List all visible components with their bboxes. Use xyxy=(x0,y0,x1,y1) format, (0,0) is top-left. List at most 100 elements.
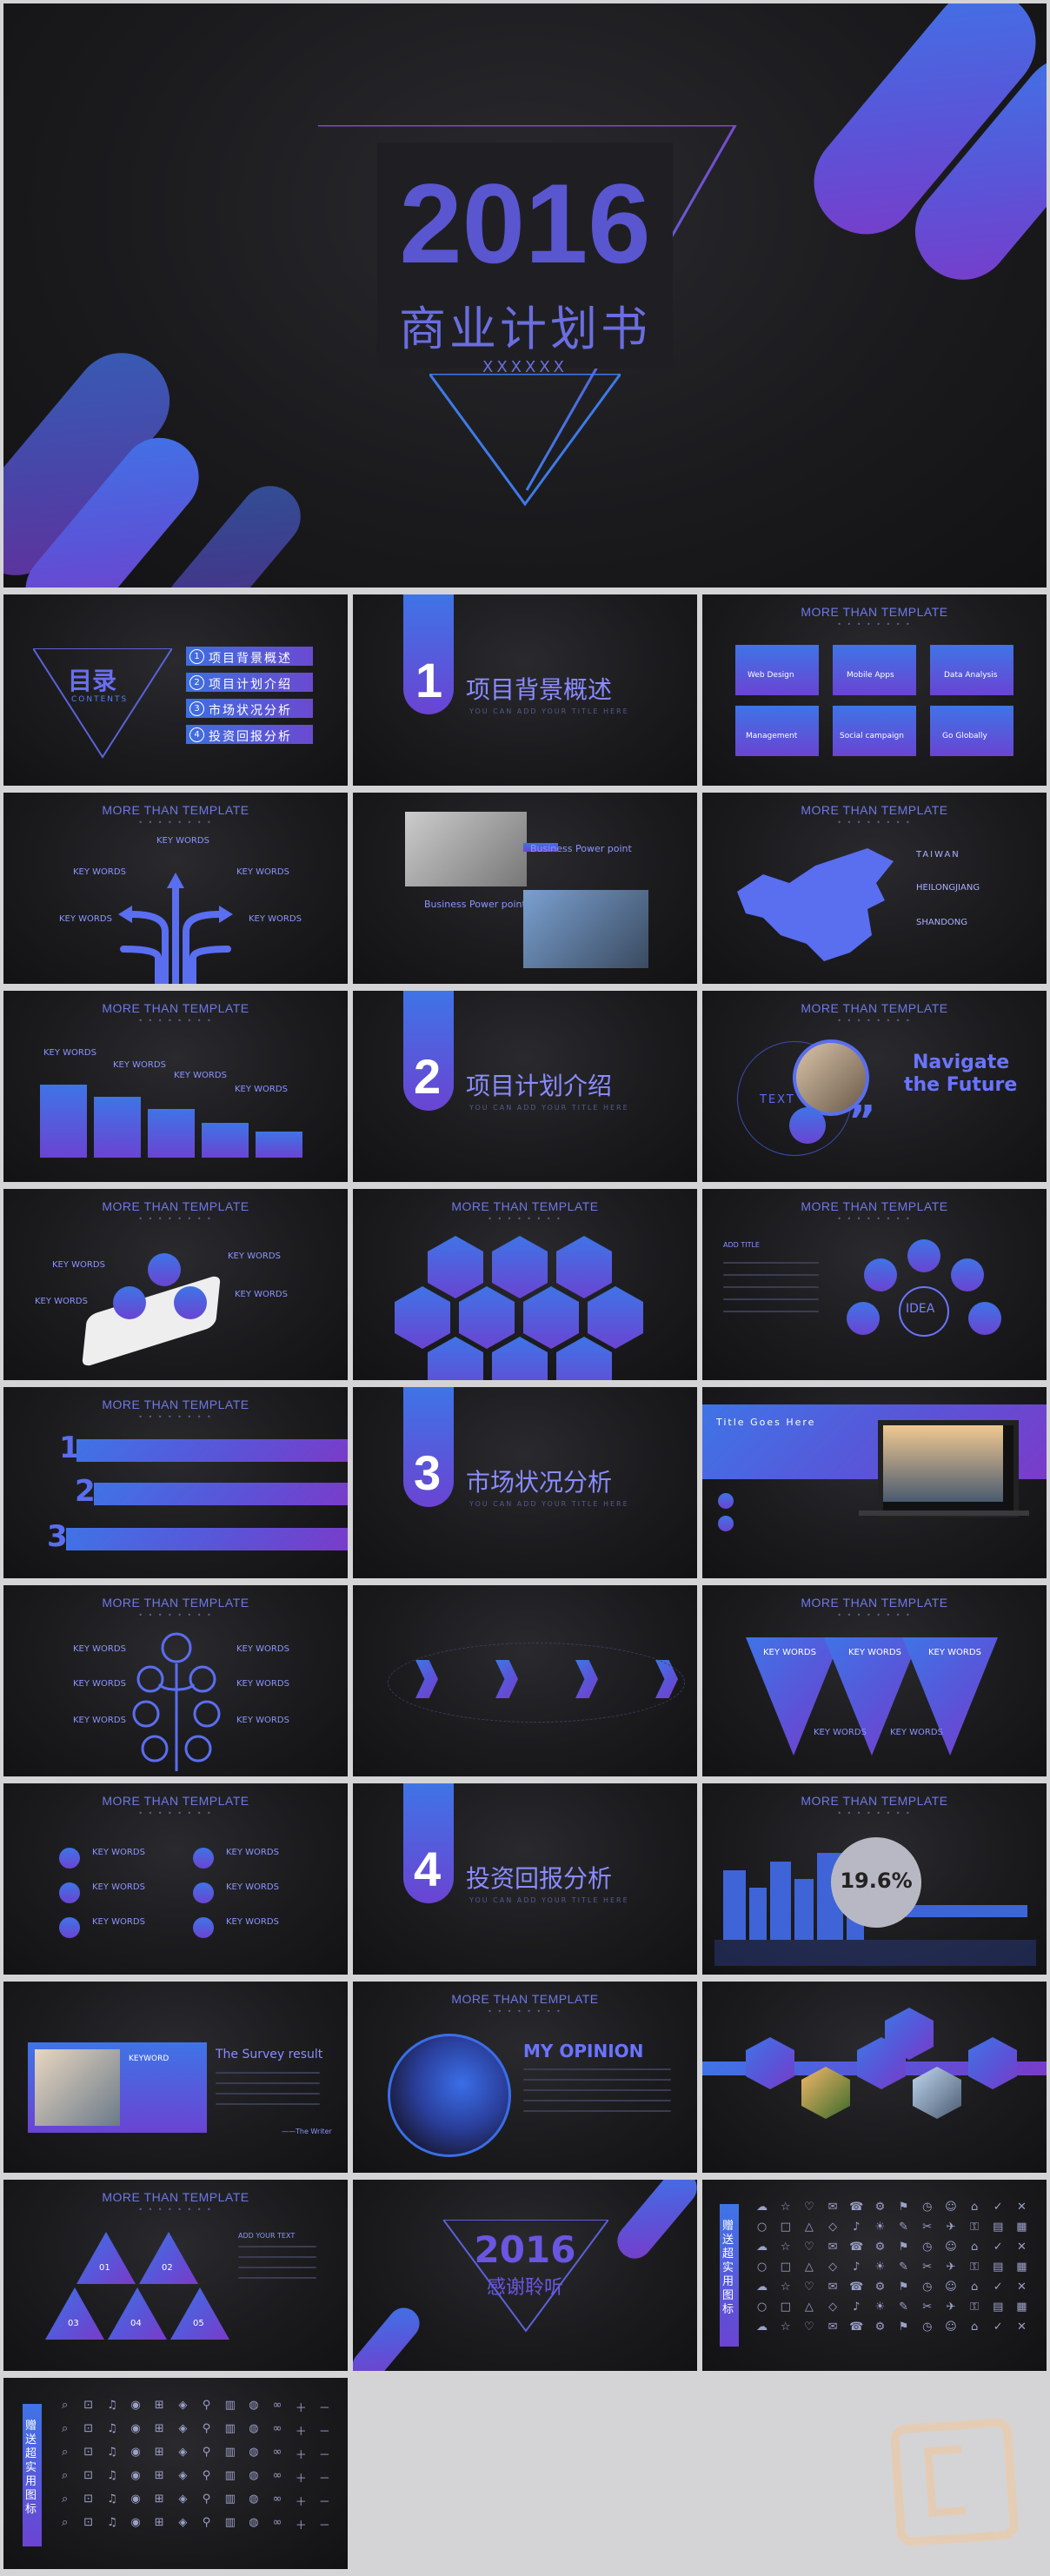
service-card[interactable]: Web Design xyxy=(735,645,819,695)
bars-slide[interactable]: MORE THAN TEMPLATE • • • • • • • • 1 2 3 xyxy=(3,1387,348,1578)
plane-icon: ✈ xyxy=(946,2221,956,2234)
slide-header: MORE THAN TEMPLATE xyxy=(102,1794,249,1808)
icons-slide-a[interactable]: 赠送超实用图标 ☁ ☆ ♡ ✉ ☎ ⚙ ⚑ ◷ ☺ ⌂ ✓ ✕ ○ □ △ ◇ ♪ ☀ ✎ ✂ ✈ ⚿ ▤ ▦ ☁ ☆ ♡ ✉ ☎ ⚙… xyxy=(702,2180,1047,2371)
circle-icon: ○ xyxy=(756,2221,768,2234)
step-bar xyxy=(76,1439,348,1462)
section-slide-2[interactable]: 2 项目计划介绍 YOU CAN ADD YOUR TITLE HERE xyxy=(353,991,697,1182)
key-icon: ⚿ xyxy=(970,2261,980,2274)
section-title: 市场状况分析 xyxy=(466,1468,613,1497)
service-card[interactable]: Management xyxy=(735,706,819,756)
globe-icon: ◍ xyxy=(249,2516,259,2529)
laptop-slide[interactable]: Title Goes Here xyxy=(702,1387,1047,1578)
clock-icon: ◷ xyxy=(922,2241,933,2254)
navigate-slide[interactable]: MORE THAN TEMPLATE • • • • • • • • TEXT … xyxy=(702,991,1047,1182)
hexagon-slide[interactable]: MORE THAN TEMPLATE • • • • • • • • xyxy=(353,1189,697,1380)
laptop-title: Title Goes Here xyxy=(716,1417,816,1428)
photo-placeholder xyxy=(405,812,527,886)
toc-item[interactable]: 1 项目背景概述 xyxy=(186,647,313,666)
scissors-icon: ✂ xyxy=(922,2300,933,2314)
toc-item[interactable]: 4 投资回报分析 xyxy=(186,725,313,744)
cloud-icon: ☁ xyxy=(756,2241,768,2254)
social-slide[interactable] xyxy=(353,1585,697,1776)
triangle-label: 05 xyxy=(193,2319,204,2328)
icons-slide-b[interactable]: 赠送超实用图标 ⌕ ⊡ ♫ ◉ ⊞ ◈ ⚲ ▥ ◍ ∞ ＋ － ⌕ ⊡ ♫ ◉ ⊞ ◈ ⚲ ▥ ◍ ∞ ＋ － ⌕ ⊡ ♫ ◉ ⊞ ◈… xyxy=(3,2378,348,2569)
hexagon-tile xyxy=(459,1286,515,1349)
pin-icon: ⚲ xyxy=(202,2469,211,2482)
service-card[interactable]: Data Analysis xyxy=(930,645,1013,695)
triangle-icon: △ xyxy=(804,2221,814,2234)
section-title: 项目计划介绍 xyxy=(466,1072,613,1100)
section-slide-1[interactable]: 1 项目背景概述 YOU CAN ADD YOUR TITLE HERE xyxy=(353,594,697,786)
triangle-slide[interactable]: MORE THAN TEMPLATE • • • • • • • • 01 02… xyxy=(3,2180,348,2371)
tree-icon xyxy=(132,1632,221,1771)
slide-header: MORE THAN TEMPLATE xyxy=(801,1001,948,1015)
header-dots: • • • • • • • • xyxy=(138,1017,213,1025)
plus-icon: ＋ xyxy=(295,2473,307,2486)
bullet-icon xyxy=(718,1493,734,1509)
thanks-slide[interactable]: 2016 感谢聆听 xyxy=(353,2180,697,2371)
cover-title: 商业计划书 xyxy=(399,302,651,356)
add-title-label: ADD TITLE xyxy=(723,1241,760,1249)
keywords-grid-slide[interactable]: MORE THAN TEMPLATE • • • • • • • • KEY W… xyxy=(3,1783,348,1975)
triangle-tile xyxy=(108,2287,167,2340)
service-card[interactable]: Social campaign xyxy=(833,706,916,756)
check-icon: ✓ xyxy=(993,2201,1003,2214)
city-slide[interactable]: MORE THAN TEMPLATE • • • • • • • • 19.6% xyxy=(702,1783,1047,1975)
arrows-slide[interactable]: MORE THAN TEMPLATE • • • • • • • • KEY W… xyxy=(3,793,348,984)
sun-icon: ☀ xyxy=(874,2261,886,2274)
survey-slide[interactable]: KEYWORD The Survey result ——The Writer xyxy=(3,1982,348,2173)
music-icon: ♪ xyxy=(853,2300,861,2314)
slide-header: MORE THAN TEMPLATE xyxy=(102,1199,249,1213)
plus-icon: ＋ xyxy=(295,2402,307,2415)
region-label: HEILONGJIANG xyxy=(916,883,980,893)
funnel-slide[interactable]: MORE THAN TEMPLATE • • • • • • • • KEY W… xyxy=(702,1585,1047,1776)
toc-slide[interactable]: 目录 CONTENTS 1 项目背景概述 2 项目计划介绍 3 市场状况分析 4… xyxy=(3,594,348,786)
service-card[interactable]: Go Globally xyxy=(930,706,1013,756)
map-slide[interactable]: MORE THAN TEMPLATE • • • • • • • • TAIWA… xyxy=(702,793,1047,984)
key-words-label: KEY WORDS xyxy=(235,1085,288,1094)
key-words-label: KEY WORDS xyxy=(73,1679,126,1689)
section-slide-4[interactable]: 4 投资回报分析 YOU CAN ADD YOUR TITLE HERE xyxy=(353,1783,697,1975)
grid-icon: ▦ xyxy=(1016,2221,1027,2234)
key-words-label: KEY WORDS xyxy=(814,1728,867,1737)
cross-icon: ✕ xyxy=(1016,2320,1027,2334)
home-icon: ⌂ xyxy=(970,2320,979,2334)
business-slide[interactable]: Business Power point Business Power poin… xyxy=(353,793,697,984)
link-icon: ∞ xyxy=(272,2399,282,2412)
minus-icon: － xyxy=(318,2426,330,2439)
cross-icon: ✕ xyxy=(1016,2241,1027,2254)
grid-icon: ▦ xyxy=(1016,2300,1027,2314)
section-number: 2 xyxy=(414,1049,442,1104)
service-card[interactable]: Mobile Apps xyxy=(833,645,916,695)
step-block xyxy=(94,1097,141,1158)
toc-item[interactable]: 2 项目计划介绍 xyxy=(186,673,313,692)
pin-icon: ⚲ xyxy=(202,2516,211,2529)
cover-slide[interactable]: 2016 商业计划书 XXXXXX xyxy=(3,3,1047,588)
hex-band-slide[interactable] xyxy=(702,1982,1047,2173)
key-icon: ⚿ xyxy=(970,2300,980,2314)
section-slide-3[interactable]: 3 市场状况分析 YOU CAN ADD YOUR TITLE HERE xyxy=(353,1387,697,1578)
phone-slide[interactable]: MORE THAN TEMPLATE • • • • • • • • KEY W… xyxy=(3,1189,348,1380)
scissors-icon: ✂ xyxy=(922,2221,933,2234)
triangle-tile xyxy=(76,2232,136,2284)
globe-icon: ◍ xyxy=(249,2399,259,2412)
key-words-label: KEY WORDS xyxy=(43,1048,96,1058)
cross-icon: ✕ xyxy=(1016,2201,1027,2214)
music-icon: ♪ xyxy=(853,2221,861,2234)
toc-item[interactable]: 3 市场状况分析 xyxy=(186,699,313,718)
idea-slide[interactable]: MORE THAN TEMPLATE • • • • • • • • ADD T… xyxy=(702,1189,1047,1380)
camera-icon: ◉ xyxy=(130,2399,141,2412)
connector-arc xyxy=(388,1643,685,1723)
services-slide[interactable]: MORE THAN TEMPLATE • • • • • • • • Web D… xyxy=(702,594,1047,786)
camera-icon: ◉ xyxy=(130,2493,141,2506)
opinion-slide[interactable]: MORE THAN TEMPLATE • • • • • • • • MY OP… xyxy=(353,1982,697,2173)
diamond-icon: ◇ xyxy=(828,2221,838,2234)
feature-circle xyxy=(174,1286,207,1319)
business-title: Business Power point xyxy=(530,843,632,854)
tree-slide[interactable]: MORE THAN TEMPLATE • • • • • • • • KEY W… xyxy=(3,1585,348,1776)
bullet-line xyxy=(723,1286,819,1288)
header-dots: • • • • • • • • xyxy=(138,2206,213,2214)
steps-slide[interactable]: MORE THAN TEMPLATE • • • • • • • • KEY W… xyxy=(3,991,348,1182)
key-words-label: KEY WORDS xyxy=(236,1716,289,1725)
circle-icon: ○ xyxy=(756,2261,768,2274)
